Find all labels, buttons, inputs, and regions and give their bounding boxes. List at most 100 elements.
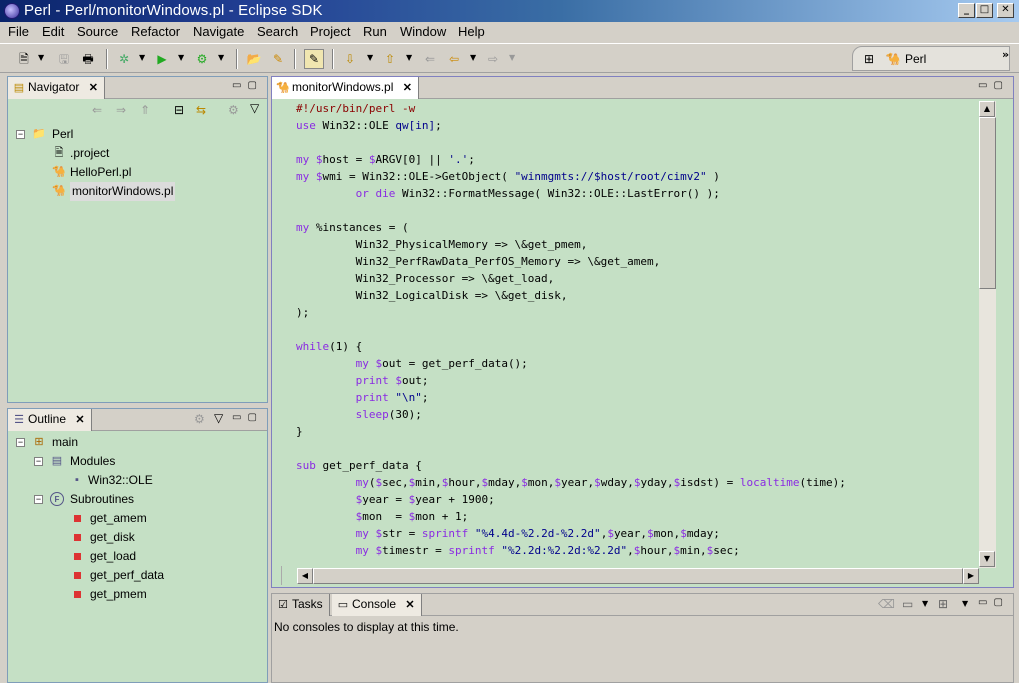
external-tools-dropdown-icon[interactable]: ▼ <box>218 53 226 63</box>
console-icon: ▭ <box>337 599 349 611</box>
menu-navigate[interactable]: Navigate <box>193 24 244 39</box>
horizontal-scrollbar[interactable]: ◀ ▶ <box>297 568 979 584</box>
vertical-scrollbar[interactable]: ▲ ▼ <box>979 101 996 568</box>
tree-label: get_load <box>90 549 137 563</box>
menu-project[interactable]: Project <box>310 24 350 39</box>
tab-outline[interactable]: ☰ Outline ✕ <box>8 409 92 431</box>
forward-icon[interactable]: ⇒ <box>116 103 126 117</box>
display-console-icon[interactable]: ▭ <box>902 597 913 611</box>
code-editor[interactable]: #!/usr/bin/perl -w use Win32::OLE qw[in]… <box>281 99 979 566</box>
code-line: } <box>296 425 303 438</box>
perspective-perl-button[interactable]: Perl <box>905 52 926 66</box>
annotation-toggle-icon[interactable]: ✎ <box>304 49 324 69</box>
collapse-toggle[interactable]: − <box>16 438 25 447</box>
outline-icon: ☰ <box>14 414 24 426</box>
code-line: ); <box>296 306 310 319</box>
maximize-button[interactable]: □ <box>976 3 993 18</box>
close-icon[interactable]: ✕ <box>403 82 412 94</box>
menu-file[interactable]: File <box>8 24 29 39</box>
tab-label: Navigator <box>28 80 80 94</box>
link-editor-icon[interactable]: ⇆ <box>196 103 206 117</box>
close-icon[interactable]: ✕ <box>405 599 414 611</box>
code-line: or die Win32::FormatMessage( Win32::OLE:… <box>355 187 720 200</box>
collapse-all-icon[interactable]: ⊟ <box>174 103 184 117</box>
perspective-bar: ⊞ 🐪 Perl <box>852 46 1010 71</box>
prev-annotation-dropdown-icon[interactable]: ▼ <box>406 53 414 63</box>
tab-navigator[interactable]: ▤ Navigator ✕ <box>8 77 105 99</box>
menu-edit[interactable]: Edit <box>42 24 64 39</box>
scrollbar-thumb[interactable] <box>979 117 996 289</box>
code-line: my $out = get_perf_data(); <box>355 357 528 370</box>
menu-search[interactable]: Search <box>257 24 298 39</box>
menu-help[interactable]: Help <box>458 24 485 39</box>
collapse-toggle[interactable]: − <box>16 130 25 139</box>
view-minmax-buttons[interactable]: ▭▢ <box>978 597 1009 608</box>
collapse-toggle[interactable]: − <box>34 495 43 504</box>
open-console-dropdown-icon[interactable]: ▼ <box>962 599 968 608</box>
forward-dropdown-icon[interactable]: ▼ <box>509 53 517 63</box>
view-menu-icon[interactable]: ▽ <box>214 411 223 425</box>
menu-run[interactable]: Run <box>363 24 387 39</box>
tab-console[interactable]: ▭ Console ✕ <box>332 594 422 616</box>
open-folder-icon[interactable]: 📂 <box>246 51 262 67</box>
scroll-down-icon[interactable]: ▼ <box>979 551 995 567</box>
print-icon[interactable]: 🖶 <box>80 51 96 67</box>
method-icon <box>74 572 81 579</box>
code-line: sleep(30); <box>355 408 422 421</box>
external-tools-icon[interactable]: ⚙ <box>194 51 210 67</box>
tree-label: get_disk <box>90 530 135 544</box>
view-menu-icon[interactable]: ▽ <box>250 101 259 115</box>
save-icon[interactable]: 🖫 <box>56 51 72 67</box>
up-icon[interactable]: ⇑ <box>140 103 150 117</box>
close-button[interactable]: ✕ <box>997 3 1014 18</box>
next-annotation-icon[interactable]: ⇩ <box>342 51 358 67</box>
open-perspective-icon[interactable]: ⊞ <box>861 51 877 67</box>
eclipse-icon <box>4 3 20 19</box>
view-minmax-buttons[interactable]: ▭▢ <box>232 412 263 423</box>
perl-camel-icon: 🐪 <box>885 52 901 66</box>
scrollbar-thumb[interactable] <box>313 568 963 584</box>
back-dropdown-icon[interactable]: ▼ <box>470 53 478 63</box>
menu-window[interactable]: Window <box>400 24 446 39</box>
menu-source[interactable]: Source <box>77 24 118 39</box>
open-console-icon[interactable]: ⊞ <box>938 597 948 611</box>
method-icon <box>74 591 81 598</box>
back-icon[interactable]: ⇦ <box>446 51 462 67</box>
prev-annotation-icon[interactable]: ⇧ <box>382 51 398 67</box>
tab-tasks[interactable]: ☑ Tasks <box>272 594 330 616</box>
tree-label: get_pmem <box>90 587 147 601</box>
chevron-right-icon[interactable]: » <box>1002 48 1009 61</box>
debug-dropdown-icon[interactable]: ▼ <box>139 53 147 63</box>
new-dropdown-icon[interactable]: ▼ <box>38 53 46 63</box>
open-type-icon[interactable]: ✎ <box>270 51 286 67</box>
subroutines-icon: F <box>50 492 64 506</box>
scroll-left-icon[interactable]: ◀ <box>297 568 313 584</box>
close-icon[interactable]: ✕ <box>89 82 98 94</box>
scroll-right-icon[interactable]: ▶ <box>963 568 979 584</box>
console-message: No consoles to display at this time. <box>274 620 459 634</box>
view-minmax-buttons[interactable]: ▭▢ <box>978 80 1009 91</box>
display-console-dropdown-icon[interactable]: ▼ <box>922 599 928 608</box>
debug-icon[interactable]: ✲ <box>116 51 132 67</box>
collapse-toggle[interactable]: − <box>34 457 43 466</box>
menu-refactor[interactable]: Refactor <box>131 24 180 39</box>
run-icon[interactable]: ▶ <box>154 51 170 67</box>
filter-icon[interactable]: ⚙ <box>228 103 239 117</box>
forward-icon[interactable]: ⇨ <box>485 51 501 67</box>
filter-icon[interactable]: ⚙ <box>194 412 205 426</box>
last-edit-icon[interactable]: ⇐ <box>422 51 438 67</box>
tab-editor-file[interactable]: 🐪 monitorWindows.pl ✕ <box>272 77 419 99</box>
close-icon[interactable]: ✕ <box>75 414 84 426</box>
tree-label: Subroutines <box>70 492 135 506</box>
scroll-up-icon[interactable]: ▲ <box>979 101 995 117</box>
clear-console-icon[interactable]: ⌫ <box>878 597 895 611</box>
run-dropdown-icon[interactable]: ▼ <box>178 53 186 63</box>
back-icon[interactable]: ⇐ <box>92 103 102 117</box>
code-line: my $timestr = sprintf "%2.2d:%2.2d:%2.2d… <box>355 544 740 557</box>
new-icon[interactable]: 🗎 <box>16 51 32 67</box>
view-minmax-buttons[interactable]: ▭▢ <box>232 80 263 91</box>
next-annotation-dropdown-icon[interactable]: ▼ <box>367 53 375 63</box>
code-line: my $host = $ARGV[0] || '.'; <box>296 153 475 166</box>
minimize-button[interactable]: _ <box>958 3 975 18</box>
module-icon: ▪ <box>75 474 79 486</box>
